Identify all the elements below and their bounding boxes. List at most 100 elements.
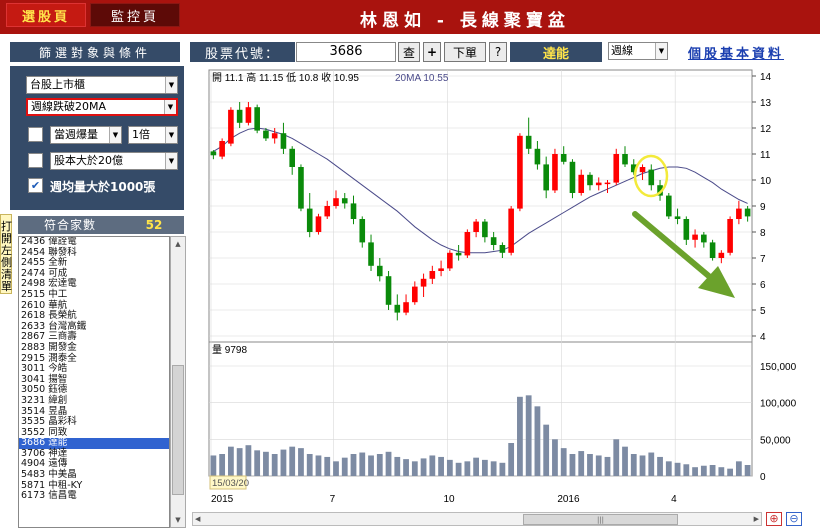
candle-body xyxy=(534,148,541,165)
candle-body xyxy=(376,265,383,277)
candle-body xyxy=(569,161,576,193)
candle-body xyxy=(499,245,506,253)
stock-code-label: 股票代號： xyxy=(190,42,295,62)
chart-hscrollbar[interactable]: ◀ ||| ▶ xyxy=(192,512,762,526)
candle-body xyxy=(359,219,366,243)
volume-bar xyxy=(210,455,217,476)
price-tick-label: 4 xyxy=(760,332,766,343)
candle-body xyxy=(718,252,725,258)
tab-monitor[interactable]: 監控頁 xyxy=(90,3,180,27)
check-capital[interactable] xyxy=(28,153,43,168)
candle-body xyxy=(709,242,716,258)
checkmark-icon: ✔ xyxy=(30,179,41,192)
candle-body xyxy=(306,208,313,232)
volume-bar xyxy=(552,439,558,476)
market-select[interactable]: 台股上市櫃 ▼ xyxy=(26,76,178,94)
scroll-up-icon[interactable]: ▲ xyxy=(171,237,185,251)
candle-body xyxy=(236,109,243,123)
candle-body xyxy=(263,130,269,139)
candle-body xyxy=(674,216,681,219)
candle-body xyxy=(508,208,514,253)
candle-body xyxy=(727,219,733,253)
scroll-down-icon[interactable]: ▼ xyxy=(171,513,185,527)
volume-bar xyxy=(595,455,602,476)
query-button[interactable]: 查 xyxy=(398,42,420,62)
zoom-out-icon[interactable]: ⊖ xyxy=(786,512,802,526)
volume-bar xyxy=(368,455,374,476)
add-button[interactable]: + xyxy=(423,42,441,62)
scroll-left-icon[interactable]: ◀ xyxy=(195,513,200,525)
volume-bar xyxy=(639,455,646,476)
help-button[interactable]: ? xyxy=(489,42,507,62)
volume-bar xyxy=(306,454,313,476)
candle-body xyxy=(245,107,252,123)
chevron-down-icon[interactable]: ▼ xyxy=(109,127,121,143)
volume-bar xyxy=(543,424,550,476)
candle-body xyxy=(683,219,690,240)
candle-body xyxy=(525,135,532,149)
list-item[interactable]: 3231 緯創 xyxy=(19,395,169,407)
candle-body xyxy=(333,198,339,206)
tab-stock-select[interactable]: 選股頁 xyxy=(6,3,86,27)
volume-bar xyxy=(228,446,234,476)
list-item[interactable]: 2883 開發金 xyxy=(19,342,169,354)
chevron-down-icon[interactable]: ▼ xyxy=(165,153,177,169)
list-item[interactable]: 2436 偉詮電 xyxy=(19,237,169,248)
scroll-right-icon[interactable]: ▶ xyxy=(754,513,759,525)
check-volume-surge[interactable] xyxy=(28,127,43,142)
zoom-in-icon[interactable]: ⊕ xyxy=(766,512,782,526)
filter-header: 篩選對象與條件 xyxy=(10,42,180,62)
volume-tick-label: 100,000 xyxy=(760,399,797,410)
basic-info-link[interactable]: 個股基本資料 xyxy=(688,43,784,62)
avg-volume-label: 週均量大於1000張 xyxy=(50,180,156,194)
price-tick-label: 14 xyxy=(760,72,772,83)
chevron-down-icon[interactable]: ▼ xyxy=(165,77,177,93)
period-select[interactable]: 週線 ▼ xyxy=(608,42,668,60)
volume-tick-label: 150,000 xyxy=(760,362,797,373)
candle-body xyxy=(744,208,751,217)
volume-bar xyxy=(254,450,261,476)
price-tick-label: 10 xyxy=(760,176,772,187)
price-tick-label: 12 xyxy=(760,124,772,135)
order-button[interactable]: 下單 xyxy=(444,42,486,62)
multiplier-value: 1倍 xyxy=(132,128,150,141)
volume-bar xyxy=(324,456,331,476)
volume-bar xyxy=(499,462,506,476)
chevron-down-icon[interactable]: ▼ xyxy=(165,127,177,143)
ma-label: 20MA 10.55 xyxy=(395,73,449,84)
candle-body xyxy=(464,232,471,256)
check-avg-volume[interactable]: ✔ xyxy=(28,178,43,193)
candle-body xyxy=(394,304,401,313)
volume-bar xyxy=(657,456,663,476)
multiplier-select[interactable]: 1倍 ▼ xyxy=(128,126,178,144)
volume-surge-select[interactable]: 當週爆量 ▼ xyxy=(50,126,122,144)
period-select-value: 週線 xyxy=(611,44,633,57)
volume-bar xyxy=(718,467,725,476)
date-tooltip: 15/03/20 xyxy=(212,478,249,489)
candle-body xyxy=(552,154,558,191)
price-tick-label: 13 xyxy=(760,98,772,109)
list-item[interactable]: 2515 中工 xyxy=(19,289,169,301)
candle-body xyxy=(298,167,304,209)
hscroll-thumb[interactable]: ||| xyxy=(523,514,678,525)
volume-bar xyxy=(315,455,322,476)
list-scrollbar[interactable]: ▲ ▼ xyxy=(170,236,186,528)
volume-bar xyxy=(376,454,383,476)
stock-code-input[interactable]: 3686 xyxy=(296,42,396,62)
list-item[interactable]: 6173 信昌電 xyxy=(19,491,169,502)
chart-area: 4 5 6 7 8 9 10 11 12 13 14 0 50,000 100,000 150,000 2… xyxy=(208,69,797,505)
candle-body xyxy=(403,302,409,313)
volume-bar xyxy=(648,452,655,476)
open-left-list-tab[interactable]: 打開左側清單 xyxy=(0,214,12,294)
scroll-thumb[interactable] xyxy=(172,365,184,495)
volume-bar xyxy=(245,445,252,476)
candle-body xyxy=(604,182,611,185)
candle-body xyxy=(701,234,707,243)
capital-select[interactable]: 股本大於20億 ▼ xyxy=(50,152,178,170)
chevron-down-icon[interactable]: ▼ xyxy=(655,43,667,59)
chevron-down-icon[interactable]: ▼ xyxy=(164,100,176,114)
candle-body xyxy=(665,195,672,217)
candle-body xyxy=(315,216,322,232)
volume-bar xyxy=(420,458,427,476)
condition-select[interactable]: 週線跌破20MA ▼ xyxy=(26,98,178,116)
